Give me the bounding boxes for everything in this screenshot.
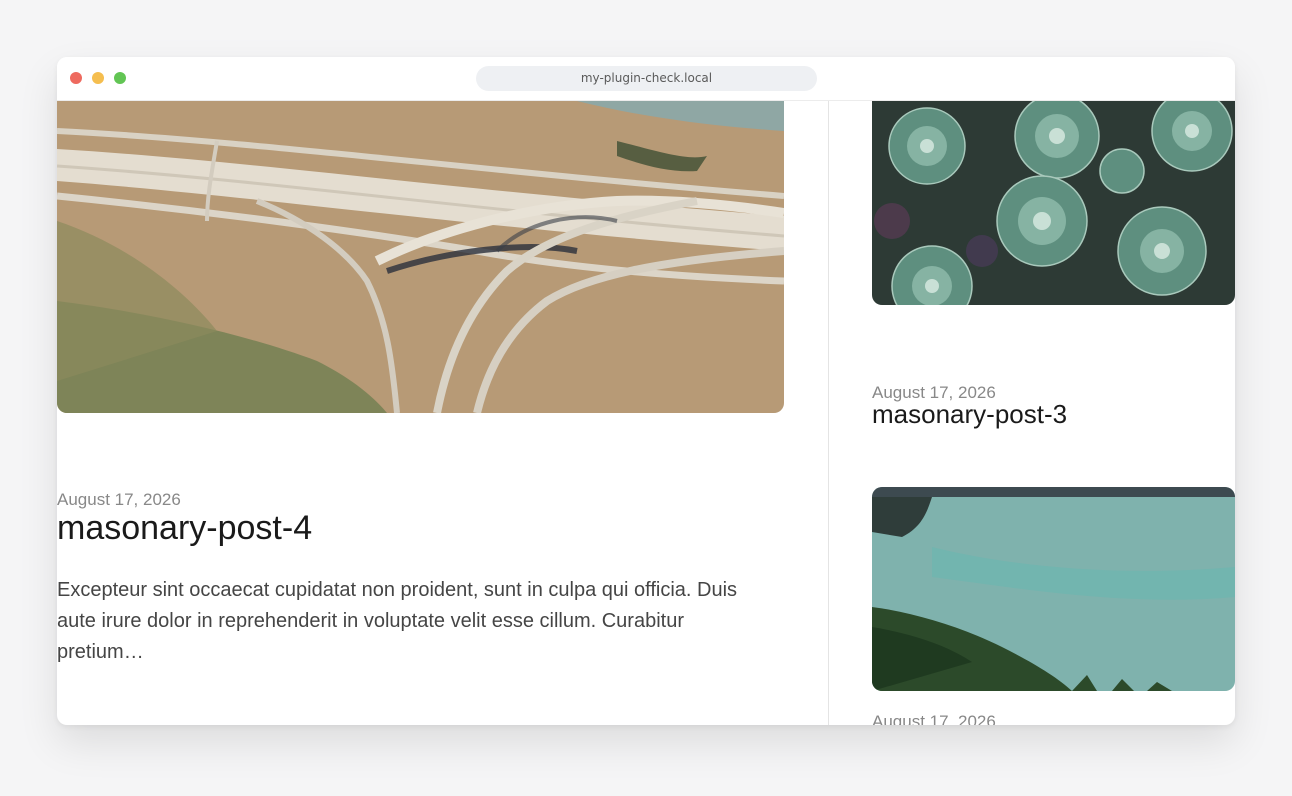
coastal-lake-image	[872, 487, 1235, 691]
close-window-button[interactable]	[70, 72, 82, 84]
post-2-date: August 17, 2026	[872, 712, 996, 725]
post-4-date: August 17, 2026	[57, 490, 181, 509]
post-4-thumbnail[interactable]	[57, 101, 784, 413]
maximize-window-button[interactable]	[114, 72, 126, 84]
succulents-image	[872, 101, 1235, 305]
post-4-excerpt: Excepteur sint occaecat cupidatat non pr…	[57, 579, 738, 663]
post-3-title[interactable]: masonary-post-3	[872, 399, 1067, 430]
browser-titlebar: my-plugin-check.local	[57, 57, 1235, 101]
browser-window: my-plugin-check.local August 17, 2026 ma…	[57, 57, 1235, 725]
post-3-thumbnail[interactable]	[872, 101, 1235, 305]
minimize-window-button[interactable]	[92, 72, 104, 84]
post-2-thumbnail[interactable]	[872, 487, 1235, 691]
masonry-grid: August 17, 2026 masonary-post-4 Excepteu…	[57, 101, 1235, 725]
address-bar[interactable]: my-plugin-check.local	[476, 66, 817, 91]
column-divider	[828, 101, 829, 725]
post-4-title[interactable]: masonary-post-4	[57, 509, 312, 548]
highway-interchange-image	[57, 101, 784, 413]
